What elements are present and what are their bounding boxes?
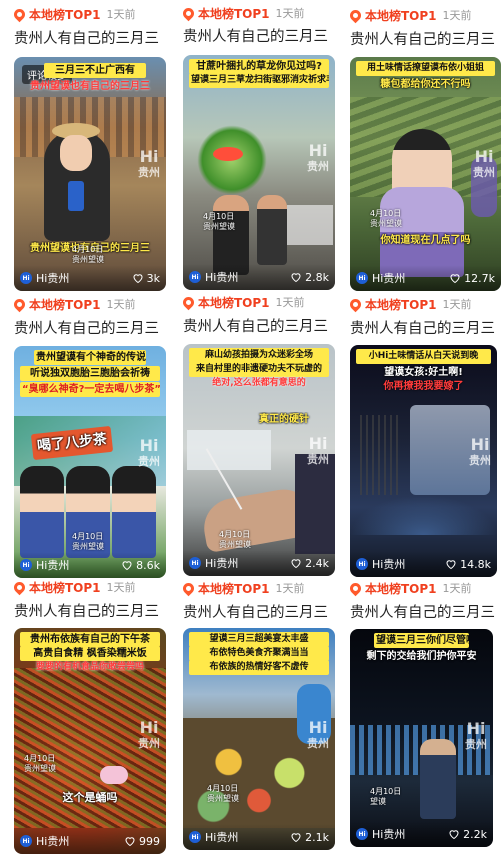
- hi-logo-icon: Hi: [189, 557, 201, 569]
- heart-icon: [291, 559, 301, 569]
- date-label: 4月10日 贵州望谟: [24, 754, 56, 773]
- item-title[interactable]: 贵州人有自己的三月三: [350, 317, 501, 338]
- location-pin-icon: [347, 580, 364, 596]
- date-label: 4月10日 贵州望谟: [72, 532, 104, 551]
- location-pin-icon: [180, 294, 197, 310]
- like-count[interactable]: 999: [124, 835, 160, 848]
- publisher[interactable]: Hi Hi贵州: [189, 829, 238, 845]
- publisher[interactable]: Hi Hi贵州: [189, 269, 238, 285]
- video-thumbnail[interactable]: 用土味情话撩望谟布依小姐姐 糠包都给你还不行吗 你知道现在几点了吗 Hi 贵州 4…: [350, 57, 501, 291]
- item-title[interactable]: 贵州人有自己的三月三: [183, 601, 343, 622]
- hi-logo-icon: Hi: [189, 831, 201, 843]
- hi-guizhou-watermark: Hi 贵州: [465, 719, 487, 752]
- publisher[interactable]: Hi Hi贵州: [20, 270, 69, 286]
- video-thumbnail[interactable]: 望谟三月三超美宴太丰盛 布依特色美食齐聚满当当 布依族的热情好客不虚传 Hi 贵州…: [183, 628, 335, 850]
- hi-guizhou-watermark: Hi 贵州: [307, 718, 329, 751]
- date-label: 4月10日 贵州望谟: [219, 530, 251, 549]
- hi-logo-icon: Hi: [356, 272, 368, 284]
- hi-logo-icon: Hi: [189, 271, 201, 283]
- location-pin-icon: [11, 296, 28, 312]
- video-thumbnail[interactable]: 甘蔗叶捆扎的草龙你见过吗? 望谟三月三草龙扫街驱邪消灾祈求丰收 Hi 贵州 4月1…: [183, 55, 335, 290]
- location-pin-icon: [347, 7, 364, 23]
- hi-guizhou-watermark: Hi 贵州: [469, 435, 491, 468]
- like-count[interactable]: 3k: [132, 272, 160, 285]
- publisher[interactable]: Hi Hi贵州: [356, 270, 405, 286]
- hi-guizhou-watermark: Hi 贵州: [307, 434, 329, 467]
- like-count[interactable]: 8.6k: [121, 559, 160, 572]
- rank-tag: 本地榜TOP1 1天前: [180, 3, 305, 23]
- hi-guizhou-watermark: Hi 贵州: [138, 718, 160, 751]
- date-label: 4月10日 贵州望谟: [207, 784, 239, 803]
- hi-logo-icon: Hi: [20, 835, 32, 847]
- date-label: 4月10日 贵州望谟: [370, 209, 402, 228]
- rank-tag: 本地榜TOP1 1天前: [180, 292, 305, 312]
- like-count[interactable]: 14.8k: [445, 558, 491, 571]
- hi-logo-icon: Hi: [356, 558, 368, 570]
- publisher[interactable]: Hi Hi贵州: [20, 833, 69, 849]
- item-title[interactable]: 贵州人有自己的三月三: [14, 600, 174, 621]
- like-count[interactable]: 2.4k: [290, 557, 329, 570]
- like-count[interactable]: 2.2k: [448, 828, 487, 841]
- item-title[interactable]: 贵州人有自己的三月三: [14, 317, 174, 338]
- heart-icon: [291, 273, 301, 283]
- publisher[interactable]: Hi Hi贵州: [356, 826, 405, 842]
- item-title[interactable]: 贵州人有自己的三月三: [14, 27, 174, 48]
- rank-tag: 本地榜TOP1 1天前: [180, 578, 305, 598]
- hi-logo-icon: Hi: [20, 272, 32, 284]
- rank-tag: 本地榜TOP1 1天前: [11, 577, 136, 597]
- date-label: 4月10日 望谟: [370, 787, 402, 806]
- rank-tag: 本地榜TOP1 1天前: [347, 5, 472, 25]
- video-thumbnail[interactable]: 麻山幼孩拍摄为众迷彩全场 来自村里的非遗硬功夫不玩虚的 绝对,这么张都有意思的 …: [183, 344, 335, 576]
- video-thumbnail[interactable]: 小Hi土味情话从白天说到晚 望谟女孩:好土啊! 你再撩我我要嫁了 Hi 贵州 Hi…: [350, 345, 497, 577]
- like-count[interactable]: 2.8k: [290, 271, 329, 284]
- heart-icon: [450, 274, 460, 284]
- rank-tag: 本地榜TOP1 1天前: [11, 294, 136, 314]
- video-thumbnail[interactable]: 贵州布依族有自己的下午茶 高贵自食精 枫香染糯米饭 要要的有机食品你敢尝尝吗 这…: [14, 628, 166, 854]
- microphone-icon: [68, 181, 84, 211]
- heart-icon: [133, 274, 143, 284]
- publisher[interactable]: Hi Hi贵州: [20, 557, 69, 573]
- video-thumbnail[interactable]: 望谟三月三你们尽管嗨 剩下的交给我们护你平安 Hi 贵州 4月10日 望谟 Hi Hi…: [350, 629, 493, 847]
- heart-icon: [449, 830, 459, 840]
- like-count[interactable]: 12.7k: [449, 272, 495, 285]
- date-label: 4月10日 贵州望谟: [203, 212, 235, 231]
- publisher[interactable]: Hi Hi贵州: [189, 555, 238, 571]
- item-title[interactable]: 贵州人有自己的三月三: [350, 601, 501, 622]
- rank-tag: 本地榜TOP1 1天前: [347, 294, 472, 314]
- location-pin-icon: [180, 5, 197, 21]
- item-title[interactable]: 贵州人有自己的三月三: [183, 315, 343, 336]
- item-title[interactable]: 贵州人有自己的三月三: [350, 28, 501, 49]
- hi-logo-icon: Hi: [20, 559, 32, 571]
- hi-guizhou-watermark: Hi 贵州: [473, 147, 495, 180]
- video-thumbnail[interactable]: 喝了八步茶 贵州望谟有个神奇的传说 听说独双胞胎三胞胎会祈祷 “臭哪么神奇?一定…: [14, 346, 166, 578]
- hi-guizhou-watermark: Hi 贵州: [138, 436, 160, 469]
- hi-guizhou-watermark: Hi 贵州: [138, 147, 160, 180]
- publisher[interactable]: Hi Hi贵州: [356, 556, 405, 572]
- date-label: 4月10日 贵州望谟: [72, 245, 104, 264]
- hi-logo-icon: Hi: [356, 828, 368, 840]
- rank-tag: 本地榜TOP1 1天前: [347, 578, 472, 598]
- heart-icon: [446, 560, 456, 570]
- video-thumbnail[interactable]: 评论较多 三月三不止广西有 贵州望谟也有自己的三月三 贵州望谟也有自己的三月三 …: [14, 57, 166, 291]
- location-pin-icon: [347, 296, 364, 312]
- heart-icon: [291, 833, 301, 843]
- location-pin-icon: [11, 6, 28, 22]
- rank-tag: 本地榜TOP1 1天前: [11, 4, 136, 24]
- location-pin-icon: [11, 579, 28, 595]
- hi-guizhou-watermark: Hi 贵州: [307, 141, 329, 174]
- location-pin-icon: [180, 580, 197, 596]
- heart-icon: [125, 837, 135, 847]
- item-title[interactable]: 贵州人有自己的三月三: [183, 25, 343, 46]
- heart-icon: [122, 561, 132, 571]
- like-count[interactable]: 2.1k: [290, 831, 329, 844]
